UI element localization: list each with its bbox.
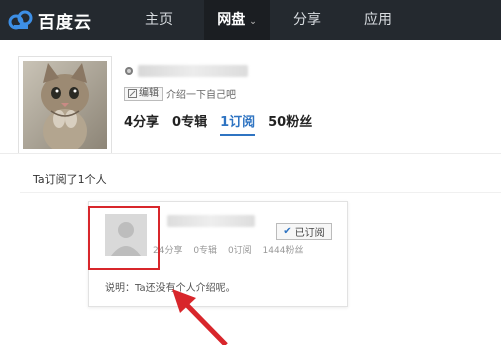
username-redacted bbox=[138, 65, 248, 77]
nav-item-netdisk-label: 网盘 bbox=[217, 12, 246, 28]
stat-shares[interactable]: 4分享 bbox=[124, 111, 159, 136]
edit-profile-button[interactable]: 编辑 bbox=[124, 86, 163, 101]
subscribed-label: 已订阅 bbox=[294, 228, 325, 239]
edit-icon bbox=[128, 89, 137, 98]
top-navigation-bar: 百度云 主页 网盘 ⌄ 分享 应用 bbox=[0, 0, 501, 40]
cloud-logo-icon bbox=[8, 9, 34, 31]
card-stat-albums: 0专辑 bbox=[193, 246, 218, 256]
user-description: 说明：Ta还没有个人介绍呢。 bbox=[105, 283, 236, 294]
profile-avatar-frame bbox=[18, 56, 112, 154]
card-stat-fans: 1444粉丝 bbox=[262, 246, 304, 256]
profile-stats: 4分享 0专辑 1订阅 50粉丝 bbox=[124, 111, 325, 136]
highlight-box bbox=[88, 206, 160, 270]
intro-text: 介绍一下自己吧 bbox=[166, 90, 236, 101]
section-title: Ta订阅了1个人 bbox=[33, 173, 107, 186]
subscribed-user-stats: 24分享 0专辑 0订阅 1444粉丝 bbox=[153, 243, 311, 256]
stat-fans[interactable]: 50粉丝 bbox=[268, 111, 312, 136]
divider bbox=[20, 192, 501, 193]
nav-item-home[interactable]: 主页 bbox=[126, 0, 192, 40]
stat-albums[interactable]: 0专辑 bbox=[172, 111, 207, 136]
nav-item-share[interactable]: 分享 bbox=[279, 0, 335, 40]
profile-avatar[interactable] bbox=[23, 61, 107, 149]
nav-item-apps[interactable]: 应用 bbox=[350, 0, 406, 40]
stat-subscriptions[interactable]: 1订阅 bbox=[220, 111, 256, 136]
subscribed-username-redacted[interactable] bbox=[167, 215, 255, 227]
card-stat-subscriptions: 0订阅 bbox=[227, 246, 252, 256]
checkmark-icon: ✔ bbox=[283, 226, 292, 237]
nav-item-netdisk[interactable]: 网盘 ⌄ bbox=[204, 0, 270, 40]
chevron-down-icon: ⌄ bbox=[249, 17, 257, 27]
username-row bbox=[124, 63, 248, 79]
divider bbox=[0, 153, 501, 154]
subscribed-button[interactable]: ✔ 已订阅 bbox=[276, 223, 332, 240]
brand-name: 百度云 bbox=[38, 12, 92, 33]
edit-label: 编辑 bbox=[139, 87, 159, 99]
intro-row: 编辑 介绍一下自己吧 bbox=[124, 86, 236, 101]
user-level-icon bbox=[125, 67, 133, 75]
baidu-cloud-logo[interactable]: 百度云 bbox=[8, 8, 92, 33]
